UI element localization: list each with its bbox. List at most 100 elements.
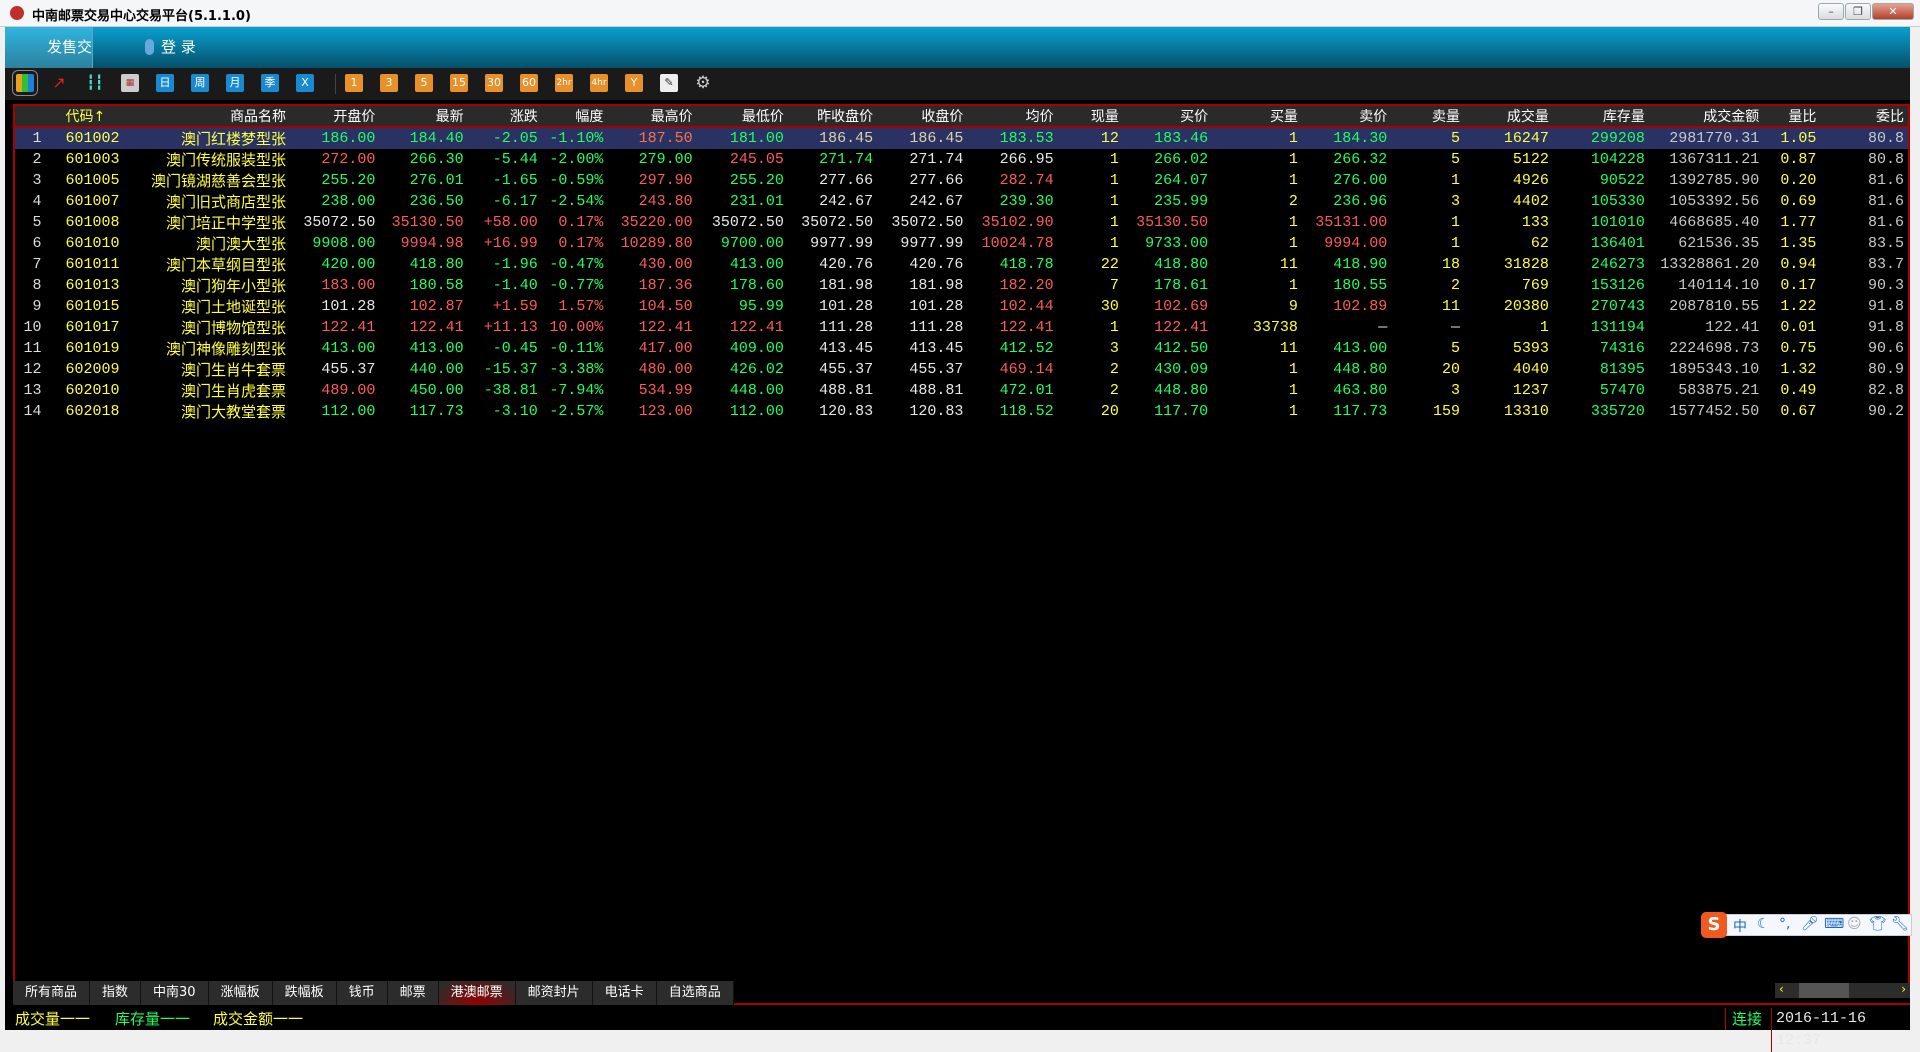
tab-10[interactable]: 自选商品 (656, 981, 734, 1005)
minute-button[interactable]: 15 (450, 74, 468, 92)
close-button[interactable]: ✕ (1872, 3, 1914, 20)
horizontal-scrollbar[interactable]: ‹ › (1775, 982, 1910, 998)
tab-0[interactable]: 所有商品 (13, 981, 91, 1005)
restore-button[interactable]: ❐ (1845, 3, 1871, 20)
cell-stock: 131194 (1590, 319, 1645, 336)
column-header[interactable]: 卖量 (1391, 106, 1465, 128)
cell-vol-ratio: 0.20 (1780, 172, 1817, 189)
column-header[interactable]: 买量 (1212, 106, 1302, 128)
cell-ask-vol: 1 (1451, 172, 1461, 189)
minute-button[interactable]: 60 (520, 74, 538, 92)
column-header[interactable]: 现量 (1057, 106, 1123, 128)
column-header[interactable]: 代码↑ (51, 106, 132, 128)
cell-close: 9977.99 (900, 235, 964, 252)
tab-8[interactable]: 邮资封片 (515, 981, 593, 1005)
tab-9[interactable]: 电话卡 (592, 981, 657, 1005)
column-header[interactable]: 开盘价 (290, 106, 380, 128)
column-header[interactable]: 商品名称 (131, 106, 291, 128)
tab-2[interactable]: 中南30 (141, 981, 209, 1005)
table-row[interactable]: 5 601008 澳门培正中学型张 35072.50 35130.50 +58.00 0.1… (15, 212, 1908, 233)
edit-icon[interactable]: ✎ (660, 74, 678, 92)
table-row[interactable]: 2 601003 澳门传统服装型张 272.00 266.30 -5.44 -2.00% 27… (15, 149, 1908, 170)
column-header[interactable]: 最高价 (607, 106, 697, 128)
candlestick-icon[interactable]: ┇┇ (86, 74, 104, 92)
column-header[interactable]: 幅度 (541, 106, 608, 128)
minute-button[interactable]: 2hr (555, 74, 573, 92)
table-row[interactable]: 1 601002 澳门红楼梦型张 186.00 184.40 -2.05 -1.10% 187… (15, 127, 1908, 149)
table-row[interactable]: 3 601005 澳门镜湖慈善会型张 255.20 276.01 -1.65 -0.59% 2… (15, 170, 1908, 191)
microphone-icon[interactable]: 🎤︎ (1801, 916, 1819, 932)
cell-bid: 412.50 (1154, 340, 1209, 357)
table-row[interactable]: 6 601010 澳门澳大型张 9908.00 9994.98 +16.99 0.17% 10… (15, 233, 1908, 254)
sogou-logo-icon[interactable]: S (1701, 912, 1727, 938)
cell-high: 35220.00 (620, 214, 693, 231)
punctuation-icon[interactable]: °, (1779, 916, 1790, 932)
cell-open: 238.00 (321, 193, 376, 210)
scroll-right-icon[interactable]: › (1901, 982, 1906, 996)
column-header[interactable]: 昨收盘价 (787, 106, 878, 128)
minute-button[interactable]: Y (625, 74, 643, 92)
table-row[interactable]: 14 602018 澳门大教堂套票 112.00 117.73 -3.10 -2.57% 12… (15, 401, 1908, 422)
app-logo-icon (10, 6, 24, 20)
table-row[interactable]: 7 601011 澳门本草纲目型张 420.00 418.80 -1.96 -0.47% 43… (15, 254, 1908, 275)
period-button[interactable]: 月 (226, 74, 244, 92)
tab-4[interactable]: 跌幅板 (272, 981, 337, 1005)
period-button[interactable]: 季 (261, 74, 279, 92)
period-button[interactable]: 日 (156, 74, 174, 92)
minute-button[interactable]: 1 (345, 74, 363, 92)
column-header[interactable] (15, 106, 52, 128)
cell-index: 6 (32, 235, 42, 252)
cell-order-ratio: 81.6 (1867, 193, 1904, 210)
cell-close: 455.37 (909, 361, 964, 378)
user-icon[interactable]: ☺ (1847, 916, 1862, 932)
table-row[interactable]: 8 601013 澳门狗年小型张 183.00 180.58 -1.40 -0.77% 187… (15, 275, 1908, 296)
scroll-left-icon[interactable]: ‹ (1779, 982, 1784, 996)
column-header[interactable]: 量比 (1763, 106, 1821, 128)
scroll-thumb[interactable] (1799, 983, 1849, 998)
column-header[interactable]: 均价 (967, 106, 1058, 128)
minimize-button[interactable]: – (1818, 3, 1844, 20)
column-header[interactable]: 委比 (1820, 106, 1908, 128)
cell-latest: 266.30 (409, 151, 464, 168)
column-header[interactable]: 涨跌 (467, 106, 542, 128)
tab-1[interactable]: 指数 (90, 981, 142, 1005)
minute-button[interactable]: 30 (485, 74, 503, 92)
column-header[interactable]: 成交金额 (1648, 106, 1764, 128)
ime-mode[interactable]: 中 (1733, 916, 1747, 936)
period-button[interactable]: 周 (191, 74, 209, 92)
table-row[interactable]: 13 602010 澳门生肖虎套票 489.00 450.00 -38.81 -7.94% 5… (15, 380, 1908, 401)
tab-3[interactable]: 涨幅板 (208, 981, 273, 1005)
table-row[interactable]: 10 601017 澳门博物馆型张 122.41 122.41 +11.13 10.00% 1… (15, 317, 1908, 338)
column-header[interactable]: 最低价 (696, 106, 788, 128)
table-row[interactable]: 11 601019 澳门神像雕刻型张 413.00 413.00 -0.45 -0.11% 4… (15, 338, 1908, 359)
moon-icon[interactable]: ☾ (1757, 916, 1770, 932)
minute-button[interactable]: 3 (380, 74, 398, 92)
table-row[interactable]: 12 602009 澳门生肖牛套票 455.37 440.00 -15.37 -3.38% 4… (15, 359, 1908, 380)
wrench-icon[interactable]: 🔧︎ (1891, 916, 1909, 932)
keyboard-icon[interactable]: ⌨ (1824, 916, 1844, 932)
minute-button[interactable]: 5 (415, 74, 433, 92)
column-header[interactable]: 成交量 (1464, 106, 1553, 128)
table-row[interactable]: 4 601007 澳门旧式商店型张 238.00 236.50 -6.17 -2.54% 24… (15, 191, 1908, 212)
calendar-icon[interactable]: ▦ (121, 74, 139, 92)
cell-high: 480.00 (638, 361, 693, 378)
tab-7[interactable]: 港澳邮票 (438, 981, 516, 1005)
minute-button[interactable]: 4hr (590, 74, 608, 92)
nav-login[interactable]: 登 录 (145, 27, 196, 68)
table-row[interactable]: 9 601015 澳门土地诞型张 101.28 102.87 +1.59 1.57% 104.… (15, 296, 1908, 317)
column-header[interactable]: 收盘价 (877, 106, 968, 128)
tab-5[interactable]: 钱币 (336, 981, 388, 1005)
cell-name: 澳门澳大型张 (196, 235, 287, 253)
nav-sell-trade[interactable]: 发售交易 (5, 27, 93, 97)
gear-icon[interactable]: ⚙ (694, 74, 712, 92)
column-header[interactable]: 卖价 (1301, 106, 1392, 128)
bar-chart-icon[interactable] (12, 70, 38, 96)
shirt-icon[interactable]: 👕︎ (1869, 916, 1887, 932)
column-header[interactable]: 库存量 (1552, 106, 1649, 128)
column-header[interactable]: 买价 (1122, 106, 1213, 128)
period-button[interactable]: X (296, 74, 314, 92)
column-header[interactable]: 最新 (379, 106, 468, 128)
cell-stock: 246273 (1590, 256, 1645, 273)
line-chart-icon[interactable]: ↗ (50, 74, 68, 92)
tab-6[interactable]: 邮票 (387, 981, 439, 1005)
